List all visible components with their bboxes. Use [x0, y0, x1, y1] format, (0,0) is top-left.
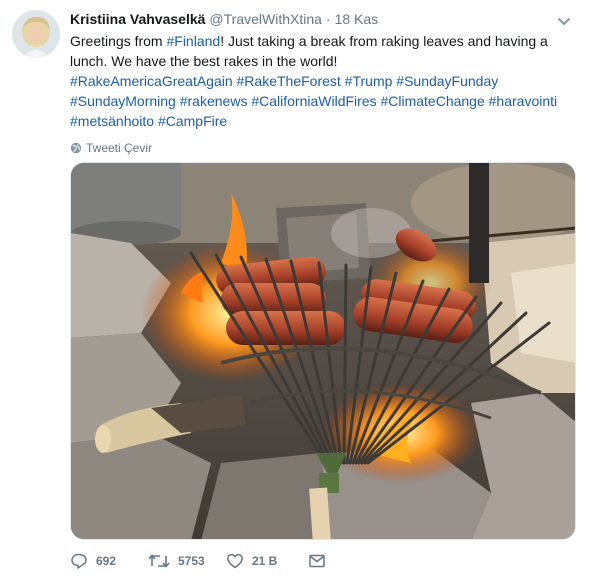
hashtag-line[interactable]: #metsänhoito #CampFire [70, 111, 570, 131]
reply-button[interactable]: 692 [70, 552, 148, 570]
tweet-header: Kristiina Vahvaselkä @TravelWithXtina · … [70, 10, 580, 29]
reply-count: 692 [96, 554, 117, 568]
reply-icon [71, 553, 87, 569]
tweet: Kristiina Vahvaselkä @TravelWithXtina · … [0, 0, 593, 582]
tweet-text: Greetings from #Finland! Just taking a b… [70, 31, 570, 131]
heart-icon [227, 553, 243, 569]
tweet-text-start: Greetings from [70, 33, 167, 49]
tweet-photo[interactable] [70, 162, 576, 540]
hashtag-line[interactable]: #RakeAmericaGreatAgain #RakeTheForest #T… [70, 71, 570, 91]
tweet-paragraph: Greetings from #Finland! Just taking a b… [70, 31, 570, 71]
retweet-icon [148, 554, 170, 568]
globe-icon [70, 142, 82, 154]
direct-message-button[interactable] [308, 552, 334, 570]
author-handle[interactable]: @TravelWithXtina [209, 10, 322, 29]
hashtag-line[interactable]: #SundayMorning #rakenews #CaliforniaWild… [70, 91, 570, 111]
tweet-date[interactable]: 18 Kas [335, 10, 379, 29]
retweet-count: 5753 [178, 554, 205, 568]
like-button[interactable]: 21 B [226, 552, 308, 570]
avatar[interactable] [12, 10, 60, 58]
retweet-button[interactable]: 5753 [148, 552, 226, 570]
like-count: 21 B [252, 554, 278, 568]
tweet-actions: 692 5753 21 B [70, 552, 334, 570]
translate-link[interactable]: Tweeti Çevir [70, 141, 580, 155]
hashtag-link[interactable]: #Finland [166, 33, 220, 49]
author-name[interactable]: Kristiina Vahvaselkä [70, 10, 205, 29]
translate-label: Tweeti Çevir [86, 141, 153, 155]
message-icon [309, 554, 325, 568]
chevron-down-icon[interactable] [554, 12, 574, 32]
tweet-content: Kristiina Vahvaselkä @TravelWithXtina · … [70, 10, 580, 155]
header-separator: · [325, 11, 331, 27]
